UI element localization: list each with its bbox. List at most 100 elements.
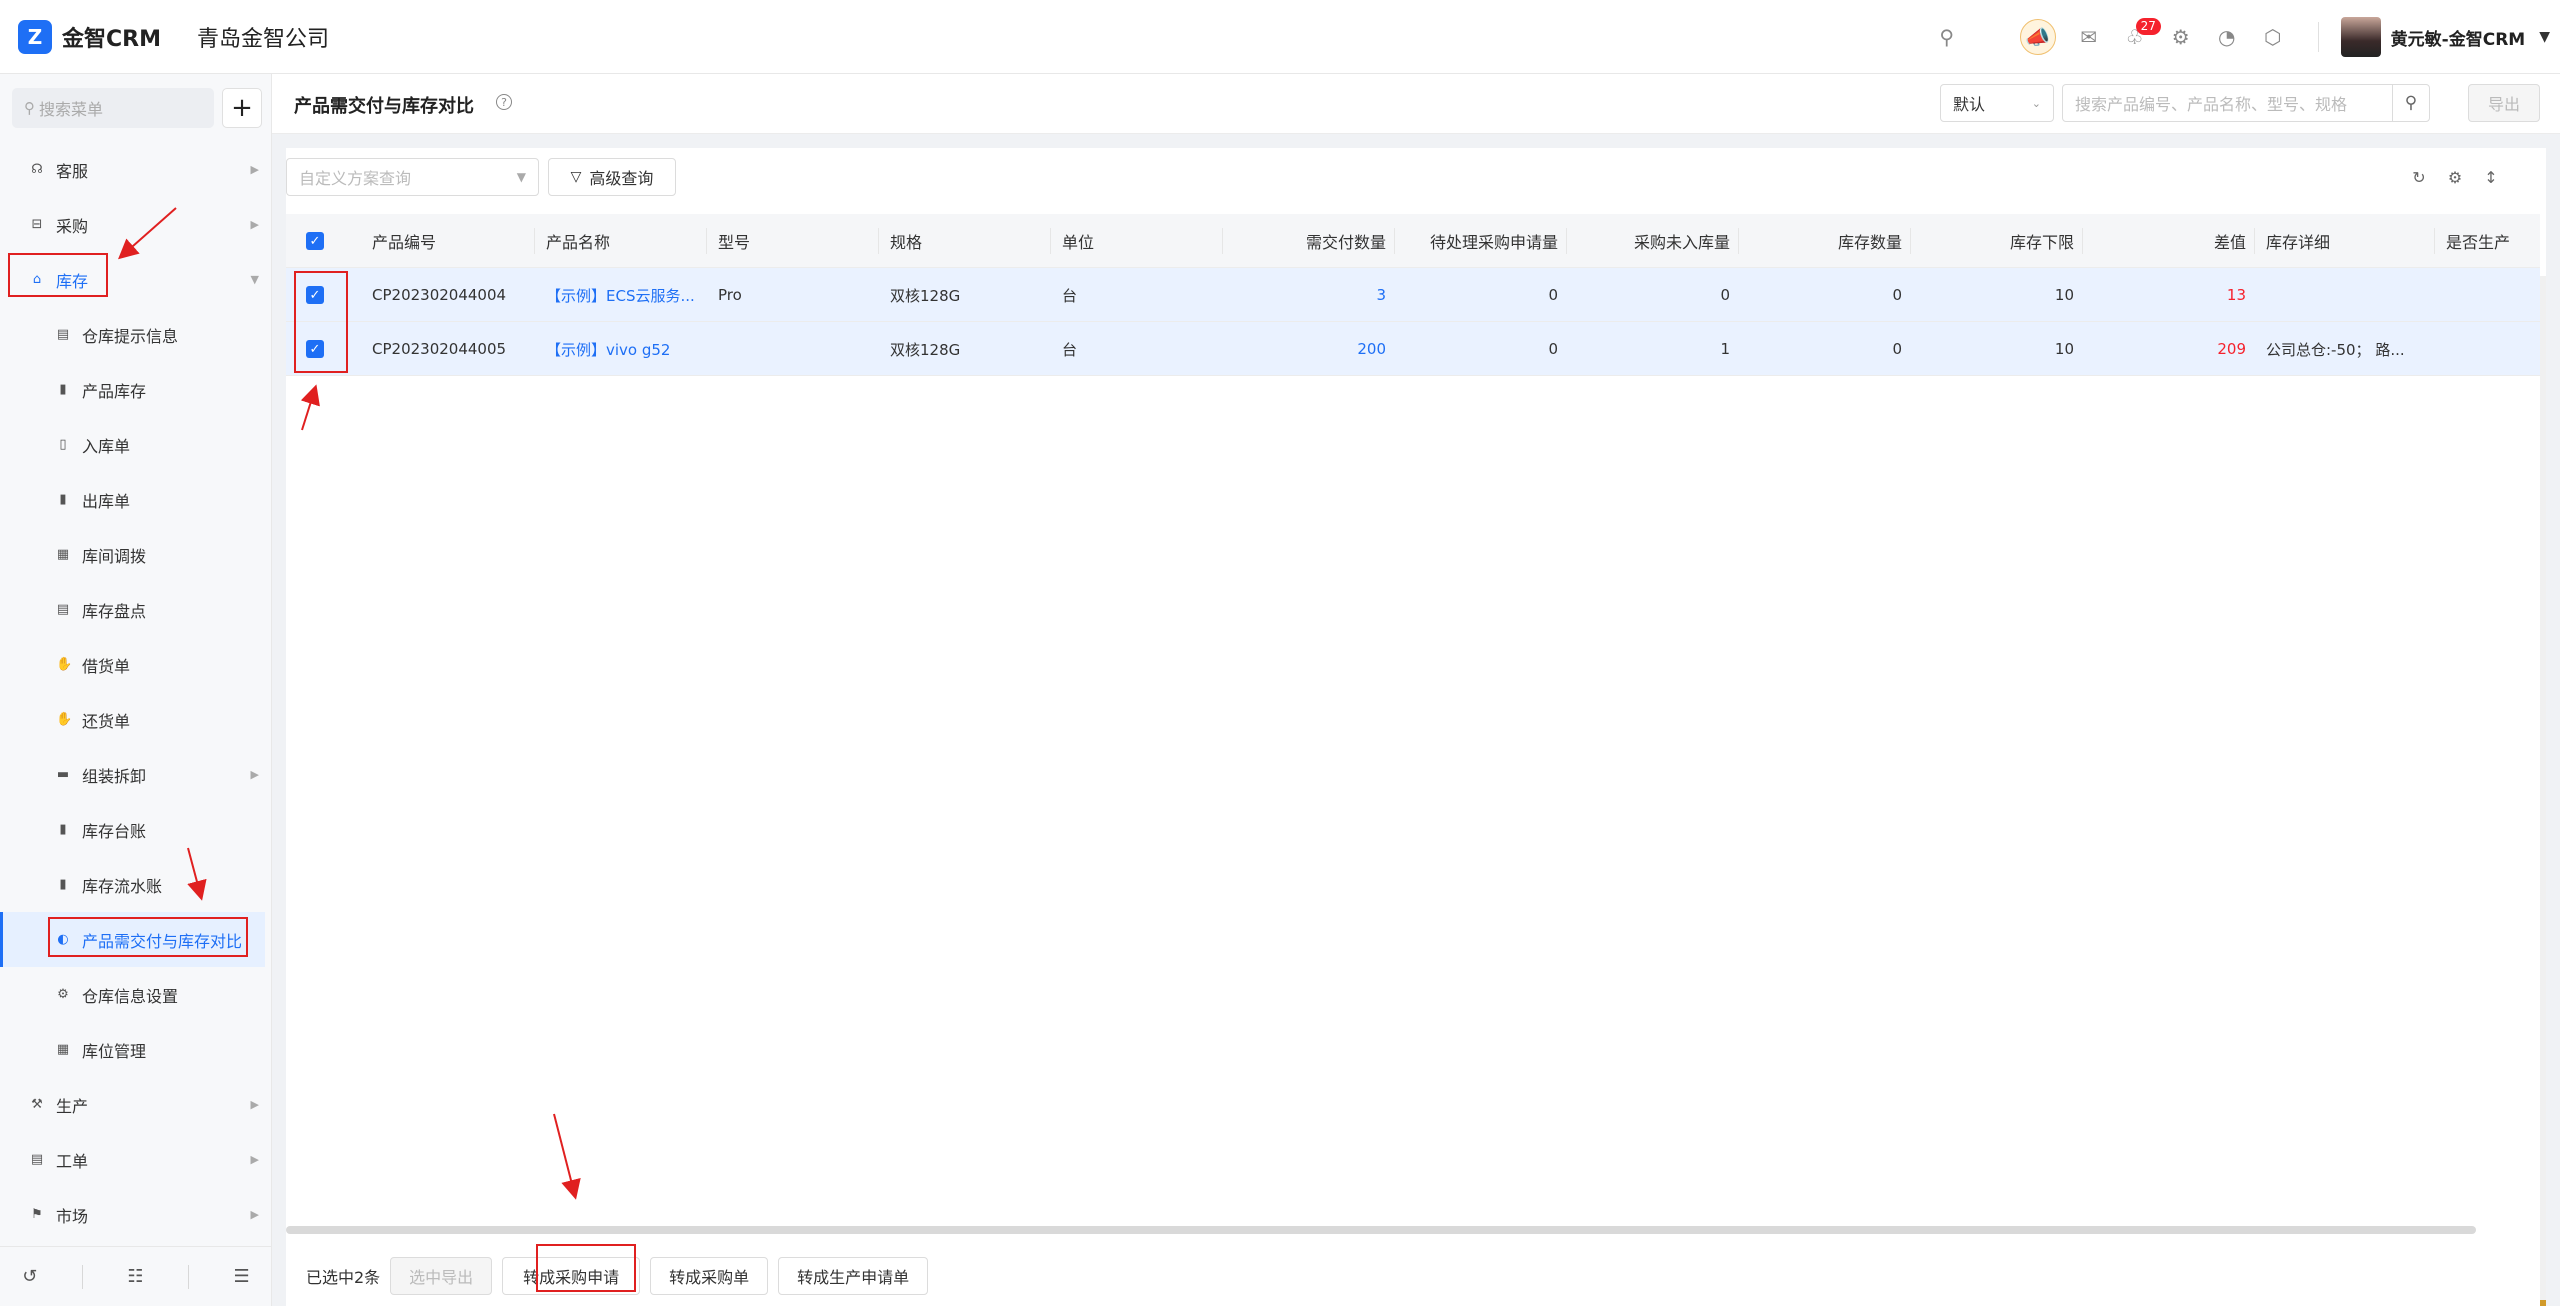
column-header[interactable]: 规格: [880, 214, 1052, 268]
column-header[interactable]: 产品名称: [536, 214, 706, 268]
pie-chart-icon[interactable]: ◔: [2204, 14, 2250, 60]
megaphone-icon[interactable]: 📣: [2019, 19, 2056, 55]
column-header[interactable]: 单位: [1052, 214, 1224, 268]
sidebar-item-label: 库位管理: [82, 1041, 147, 1061]
chevron-right-icon: ▶: [250, 1153, 259, 1166]
column-divider[interactable]: [1910, 228, 1911, 254]
avatar[interactable]: [2340, 17, 2381, 57]
sidebar-item-label: 生产: [56, 1096, 89, 1116]
borrow-icon: ✋: [56, 657, 73, 672]
to-purchase-order-button[interactable]: 转成采购单: [650, 1257, 769, 1295]
sliders-icon[interactable]: ☷: [127, 1266, 143, 1287]
sidebar-item-label: 库间调拨: [82, 546, 147, 566]
settings-icon[interactable]: ⚙: [2444, 166, 2466, 188]
title-bar: 产品需交付与库存对比 ? 默认 ⌄ 搜索产品编号、产品名称、型号、规格 ⚲ 导出: [272, 74, 2560, 134]
export-button[interactable]: 导出: [2468, 84, 2540, 122]
product-name-link[interactable]: 【示例】vivo g52: [536, 322, 706, 376]
sidebar-item[interactable]: ▮ 库存流水账: [0, 857, 265, 912]
column-divider[interactable]: [534, 228, 535, 254]
sidebar-item-label: 市场: [56, 1206, 89, 1226]
sidebar-item[interactable]: ▦ 库间调拨: [0, 527, 265, 582]
table-cell: CP202302044004: [372, 286, 507, 304]
header-divider: [2317, 22, 2319, 52]
column-divider[interactable]: [1222, 228, 1223, 254]
production-icon: ⚒: [31, 1097, 43, 1112]
sidebar-item[interactable]: ⚙ 仓库信息设置: [0, 967, 265, 1022]
sidebar-item[interactable]: ⊟ 采购 ▶: [0, 197, 265, 252]
inbox-icon[interactable]: ✉: [2066, 14, 2112, 60]
sidebar-item[interactable]: ▦ 库位管理: [0, 1022, 265, 1077]
row-height-icon[interactable]: ↕: [2480, 166, 2502, 188]
sidebar-item[interactable]: ▤ 库存盘点: [0, 582, 265, 637]
product-search-input[interactable]: 搜索产品编号、产品名称、型号、规格: [2062, 84, 2394, 122]
sidebar-item[interactable]: ▤ 仓库提示信息: [0, 307, 265, 362]
column-header[interactable]: 需交付数量: [1224, 214, 1396, 268]
column-header[interactable]: 库存详细: [2256, 214, 2436, 268]
search-button[interactable]: ⚲: [2392, 84, 2430, 122]
add-menu-button[interactable]: +: [222, 88, 262, 128]
sidebar-item[interactable]: ▤ 工单 ▶: [0, 1132, 265, 1187]
table-row[interactable]: ✓ CP202302044005 【示例】vivo g52 双核128G 台 200 0 1 0…: [286, 322, 2540, 376]
column-divider[interactable]: [706, 228, 707, 254]
collapse-menu-icon[interactable]: ☰: [234, 1266, 250, 1287]
select-all-checkbox[interactable]: ✓: [306, 232, 324, 250]
column-header[interactable]: 库存数量: [1740, 214, 1912, 268]
transfer-icon: ▦: [56, 547, 70, 562]
product-name-link[interactable]: 【示例】ECS云服务...: [536, 268, 706, 322]
column-divider[interactable]: [1394, 228, 1395, 254]
scheme-query-select[interactable]: 自定义方案查询 ▼: [286, 158, 539, 196]
column-header[interactable]: 差值: [2084, 214, 2256, 268]
horizontal-scrollbar[interactable]: [286, 1226, 2476, 1234]
table-cell: 0: [1892, 340, 1902, 358]
sidebar-item[interactable]: ✋ 借货单: [0, 637, 265, 692]
sidebar-item[interactable]: ⚑ 市场 ▶: [0, 1187, 265, 1242]
column-header[interactable]: 待处理采购申请量: [1396, 214, 1568, 268]
table-cell: 公司总仓:-50； 路...: [2266, 340, 2405, 359]
bell-icon[interactable]: ♧ 27: [2112, 14, 2161, 60]
filter-icon: ▽: [570, 169, 582, 185]
column-header[interactable]: 库存下限: [1912, 214, 2084, 268]
column-header[interactable]: 采购未入库量: [1568, 214, 1740, 268]
history-icon[interactable]: ↺: [22, 1266, 37, 1287]
chevron-right-icon: ▶: [250, 768, 259, 781]
sidebar-item[interactable]: ☊ 客服 ▶: [0, 142, 265, 197]
column-divider[interactable]: [2254, 228, 2255, 254]
product-search-placeholder: 搜索产品编号、产品名称、型号、规格: [2075, 95, 2348, 114]
table-cell: 0: [1892, 286, 1902, 304]
logo[interactable]: Z 金智CRM: [18, 19, 161, 54]
column-divider[interactable]: [1050, 228, 1051, 254]
gear-icon[interactable]: ⚙: [2158, 14, 2204, 60]
sidebar-item[interactable]: ▯ 入库单: [0, 417, 265, 472]
view-select[interactable]: 默认 ⌄: [1940, 84, 2054, 122]
refresh-icon[interactable]: ↻: [2408, 166, 2430, 188]
search-icon[interactable]: ⚲: [1924, 14, 1970, 60]
column-divider[interactable]: [878, 228, 879, 254]
to-production-request-button[interactable]: 转成生产申请单: [778, 1257, 929, 1295]
sidebar-item[interactable]: ✋ 还货单: [0, 692, 265, 747]
column-header[interactable]: 产品编号: [362, 214, 532, 268]
menu-search-input[interactable]: ⚲ 搜索菜单: [12, 88, 214, 128]
column-divider[interactable]: [1566, 228, 1567, 254]
sidebar-item[interactable]: ⚒ 生产 ▶: [0, 1077, 265, 1132]
footer-divider: [188, 1264, 190, 1289]
column-divider[interactable]: [2082, 228, 2083, 254]
column-header[interactable]: 型号: [708, 214, 880, 268]
sidebar-item-label: 库存盘点: [82, 601, 147, 621]
sidebar-item[interactable]: ▮ 产品库存: [0, 362, 265, 417]
export-selected-button[interactable]: 选中导出: [390, 1257, 493, 1295]
sidebar-item[interactable]: ▮ 出库单: [0, 472, 265, 527]
chevron-down-icon[interactable]: ▼: [2539, 29, 2550, 45]
table-row[interactable]: ✓ CP202302044004 【示例】ECS云服务... Pro 双核128G 台 3 0…: [286, 268, 2540, 322]
sidebar-item[interactable]: ▮ 库存台账: [0, 802, 265, 857]
column-header[interactable]: 是否生产: [2436, 214, 2536, 268]
cube-icon[interactable]: ⬡: [2250, 14, 2296, 60]
sidebar-item[interactable]: ▬ 组装拆卸 ▶: [0, 747, 265, 802]
column-divider[interactable]: [2434, 228, 2435, 254]
column-divider[interactable]: [1738, 228, 1739, 254]
vertical-scrollbar[interactable]: [2540, 276, 2546, 1306]
company-name[interactable]: 青岛金智公司: [197, 21, 329, 53]
advanced-query-button[interactable]: ▽ 高级查询: [548, 158, 676, 196]
user-name[interactable]: 黄元敏-金智CRM: [2391, 25, 2526, 50]
folder-icon: ▬: [56, 767, 70, 782]
help-icon[interactable]: ?: [496, 94, 512, 110]
